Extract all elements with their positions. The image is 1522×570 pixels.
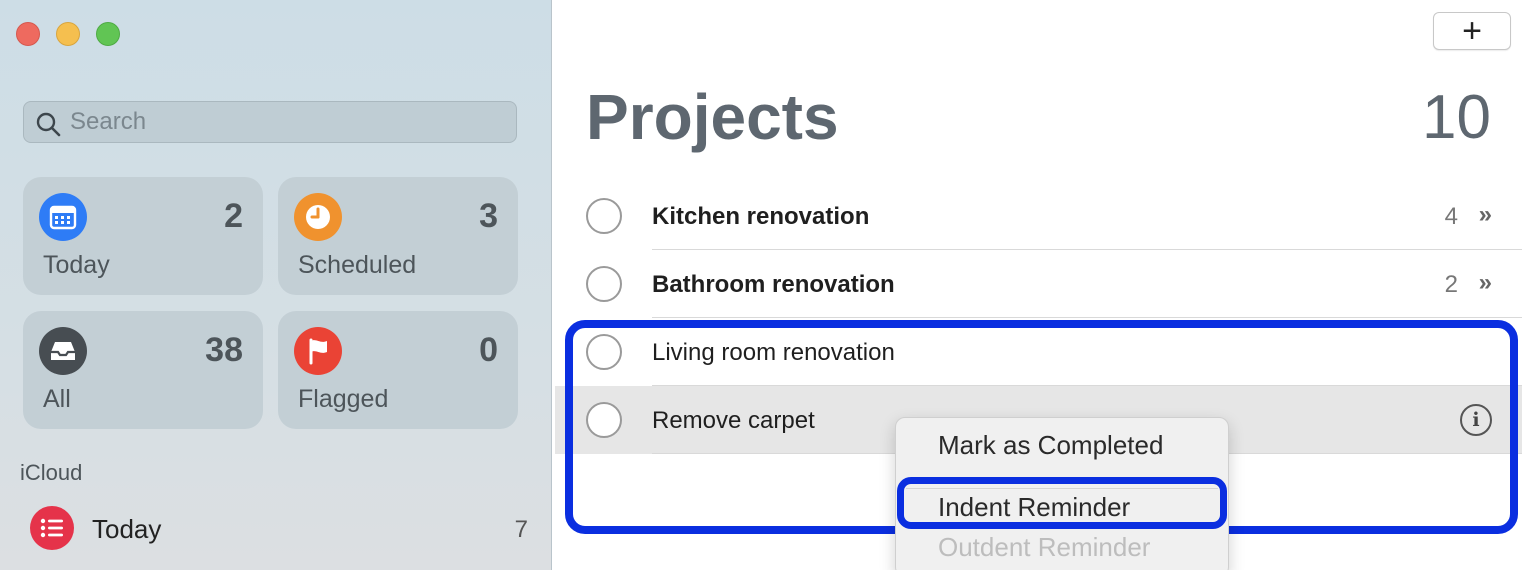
context-menu: Mark as Completed Indent Reminder Outden…: [895, 417, 1229, 570]
smart-list-flagged[interactable]: 0 Flagged: [278, 311, 518, 429]
menu-item-mark-completed[interactable]: Mark as Completed: [896, 423, 1228, 467]
search-icon: [36, 112, 61, 137]
completion-circle[interactable]: [586, 266, 622, 302]
smart-list-label: All: [43, 385, 71, 413]
chevron-right-icon[interactable]: »: [1479, 269, 1492, 297]
reminder-title[interactable]: Kitchen renovation: [652, 203, 869, 231]
smart-list-label: Flagged: [298, 385, 389, 413]
reminder-row[interactable]: Bathroom renovation 2 »: [553, 250, 1522, 318]
chevron-right-icon[interactable]: »: [1479, 201, 1492, 229]
plus-icon: +: [1462, 12, 1482, 50]
completion-circle[interactable]: [586, 334, 622, 370]
smart-list-today[interactable]: 2 Today: [23, 177, 263, 295]
smart-list-scheduled[interactable]: 3 Scheduled: [278, 177, 518, 295]
reminder-row[interactable]: Living room renovation: [553, 318, 1522, 386]
reminder-title[interactable]: Remove carpet: [652, 407, 815, 435]
reminder-title[interactable]: Living room renovation: [652, 339, 895, 367]
sidebar-list-today[interactable]: Today 7: [0, 500, 552, 560]
smart-list-count: 38: [205, 331, 243, 369]
list-count: 10: [1422, 83, 1491, 152]
reminder-row[interactable]: Kitchen renovation 4 »: [553, 182, 1522, 250]
sidebar-list-count: 7: [514, 516, 528, 543]
calendar-icon: [39, 193, 87, 241]
flag-icon: [294, 327, 342, 375]
smart-list-all[interactable]: 38 All: [23, 311, 263, 429]
smart-list-label: Scheduled: [298, 251, 417, 279]
smart-list-count: 0: [479, 331, 498, 369]
search-field[interactable]: [23, 101, 517, 143]
reminder-title[interactable]: Bathroom renovation: [652, 271, 895, 299]
smart-list-count: 3: [479, 197, 498, 235]
sidebar: 2 Today 3 Scheduled 38 All: [0, 0, 552, 570]
subtask-count: 4: [1444, 203, 1458, 230]
search-input[interactable]: [70, 102, 510, 142]
add-reminder-button[interactable]: +: [1433, 12, 1511, 50]
sidebar-list-label: Today: [92, 514, 162, 544]
menu-item-outdent-reminder: Outdent Reminder: [938, 532, 1151, 562]
info-icon[interactable]: i: [1460, 404, 1492, 436]
list-title: Projects: [586, 81, 839, 153]
minimize-window-button[interactable]: [56, 22, 80, 46]
smart-list-count: 2: [224, 197, 243, 235]
subtask-count: 2: [1444, 271, 1458, 298]
close-window-button[interactable]: [16, 22, 40, 46]
completion-circle[interactable]: [586, 198, 622, 234]
list-icon: [30, 506, 74, 550]
smart-list-label: Today: [43, 251, 110, 279]
zoom-window-button[interactable]: [96, 22, 120, 46]
section-header-icloud: iCloud: [20, 460, 83, 485]
clock-icon: [294, 193, 342, 241]
tray-icon: [39, 327, 87, 375]
menu-item-indent-reminder[interactable]: Indent Reminder: [896, 485, 1228, 529]
completion-circle[interactable]: [586, 402, 622, 438]
